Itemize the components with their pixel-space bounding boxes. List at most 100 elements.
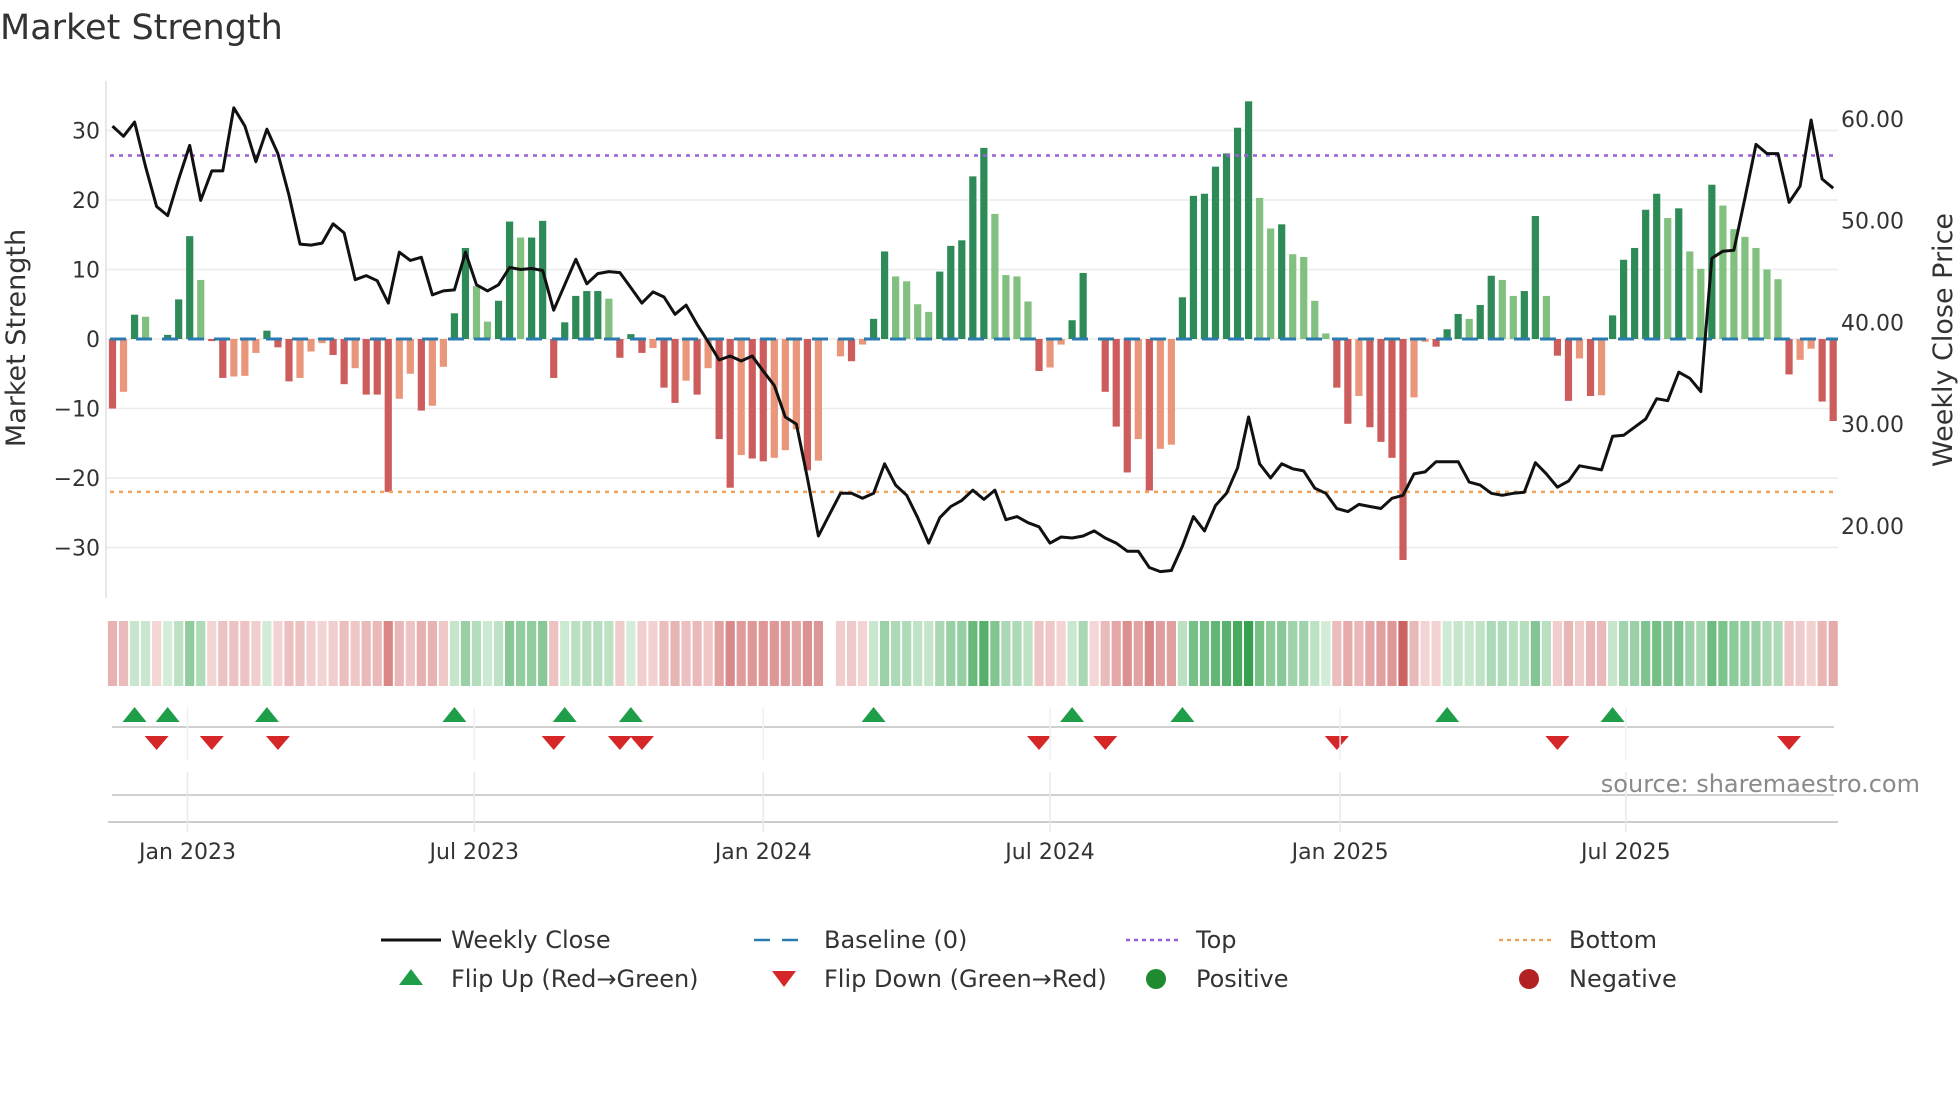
heat-cell xyxy=(405,621,415,686)
heat-cell xyxy=(416,621,426,686)
heat-cell xyxy=(538,621,548,686)
heat-cell xyxy=(648,621,658,686)
heat-cell xyxy=(1078,621,1088,686)
strength-bar xyxy=(1553,339,1562,356)
heat-cell xyxy=(471,621,482,686)
legend-label-flip_up: Flip Up (Red→Green) xyxy=(451,965,699,993)
heat-cell xyxy=(1652,621,1662,686)
x-tick-label: Jan 2023 xyxy=(137,840,236,865)
heat-cell xyxy=(1155,621,1165,686)
strength-bar xyxy=(594,291,602,339)
strength-bar xyxy=(406,339,414,374)
heat-cell xyxy=(383,621,393,686)
heat-cell xyxy=(516,621,526,686)
strength-bar xyxy=(737,339,745,456)
heat-cell xyxy=(769,621,779,686)
strength-bar xyxy=(1586,339,1595,396)
x-axis: Jan 2023 Jul 2023 Jan 2024 Jul 2024 Jan 2025… xyxy=(108,708,1838,865)
strength-bar xyxy=(1134,339,1142,440)
heat-cell xyxy=(152,621,162,686)
strength-bar xyxy=(1763,269,1771,339)
heat-cell xyxy=(1188,621,1199,686)
strength-bar xyxy=(472,286,481,339)
legend: Weekly Close Baseline (0) Top Bottom Flip Up… xyxy=(381,926,1677,993)
strength-bar xyxy=(1311,300,1319,339)
heat-cell xyxy=(791,621,801,686)
heat-cell xyxy=(1574,621,1585,686)
heat-cell xyxy=(1442,621,1452,686)
heat-cell xyxy=(626,621,636,686)
flip-down-marker xyxy=(629,736,654,750)
heat-cell xyxy=(251,621,261,686)
heat-cell xyxy=(1288,621,1298,686)
y-tick-label: 10 xyxy=(72,259,100,284)
heat-cell xyxy=(262,621,272,686)
heat-cell xyxy=(835,621,846,686)
heat-cell xyxy=(571,621,581,686)
heat-cell xyxy=(1508,621,1518,686)
strength-bar xyxy=(914,304,922,339)
strength-bar xyxy=(991,213,999,339)
heat-cell xyxy=(1299,621,1309,686)
strength-bar xyxy=(1642,209,1650,339)
flip-down-marker xyxy=(144,736,169,750)
heat-cell xyxy=(1332,621,1342,686)
strength-bar xyxy=(1608,315,1617,339)
heat-cell xyxy=(1806,621,1816,686)
legend-positive-icon xyxy=(1146,969,1166,989)
strength-bar xyxy=(1189,195,1198,339)
heat-cell xyxy=(780,621,790,686)
heat-cell xyxy=(482,621,493,686)
strength-bar xyxy=(1697,268,1705,339)
heat-cell xyxy=(703,621,713,686)
heat-cell xyxy=(317,621,327,686)
heat-cell xyxy=(1034,621,1044,686)
heat-cell xyxy=(758,621,768,686)
strength-bar xyxy=(141,316,150,339)
strength-bar xyxy=(1509,295,1517,339)
legend-label-close: Weekly Close xyxy=(451,926,611,954)
strength-bar xyxy=(1300,256,1308,339)
heat-cell xyxy=(1354,621,1364,686)
heat-cell xyxy=(714,621,724,686)
heat-cell xyxy=(1210,621,1221,686)
strength-bar xyxy=(1079,272,1087,339)
strength-bar xyxy=(649,339,657,349)
strength-bar xyxy=(1818,339,1826,402)
x-tick-label: Jul 2025 xyxy=(1579,840,1671,865)
heat-cell xyxy=(1552,621,1563,686)
strength-bar xyxy=(1531,215,1539,339)
strength-bar xyxy=(1465,318,1473,339)
heat-cell xyxy=(372,621,382,686)
strength-bar xyxy=(638,339,646,353)
heat-cell xyxy=(1144,621,1154,686)
heat-cell xyxy=(1817,621,1827,686)
strength-bar xyxy=(1123,339,1131,473)
y-tick-label: −30 xyxy=(54,537,100,562)
heat-cell xyxy=(1199,621,1210,686)
strength-bar xyxy=(428,339,436,406)
strength-bar xyxy=(693,339,701,395)
heat-cell xyxy=(1795,621,1805,686)
strength-bar xyxy=(671,339,679,403)
heat-cell xyxy=(449,621,460,686)
strength-bar xyxy=(384,339,392,492)
strength-bar xyxy=(494,300,503,339)
heat-cell xyxy=(1828,621,1838,686)
heat-cell xyxy=(1630,621,1640,686)
heat-cell xyxy=(560,621,570,686)
strength-bar xyxy=(417,339,425,411)
strength-bar xyxy=(1520,291,1528,339)
strength-bar xyxy=(550,339,558,378)
flip-up-marker xyxy=(254,707,279,722)
flip-up-marker xyxy=(1600,707,1625,722)
strength-bar xyxy=(175,299,183,339)
heat-cell xyxy=(284,621,294,686)
heat-cell xyxy=(438,621,448,686)
strength-bar xyxy=(572,295,580,339)
left-y-ticks: 30 20 10 0 −10 −20 −30 xyxy=(54,120,100,562)
strength-bar xyxy=(1002,275,1010,339)
strength-heat-strip xyxy=(107,621,1838,686)
strength-bar xyxy=(1112,339,1120,427)
flip-down-marker xyxy=(1027,736,1052,750)
